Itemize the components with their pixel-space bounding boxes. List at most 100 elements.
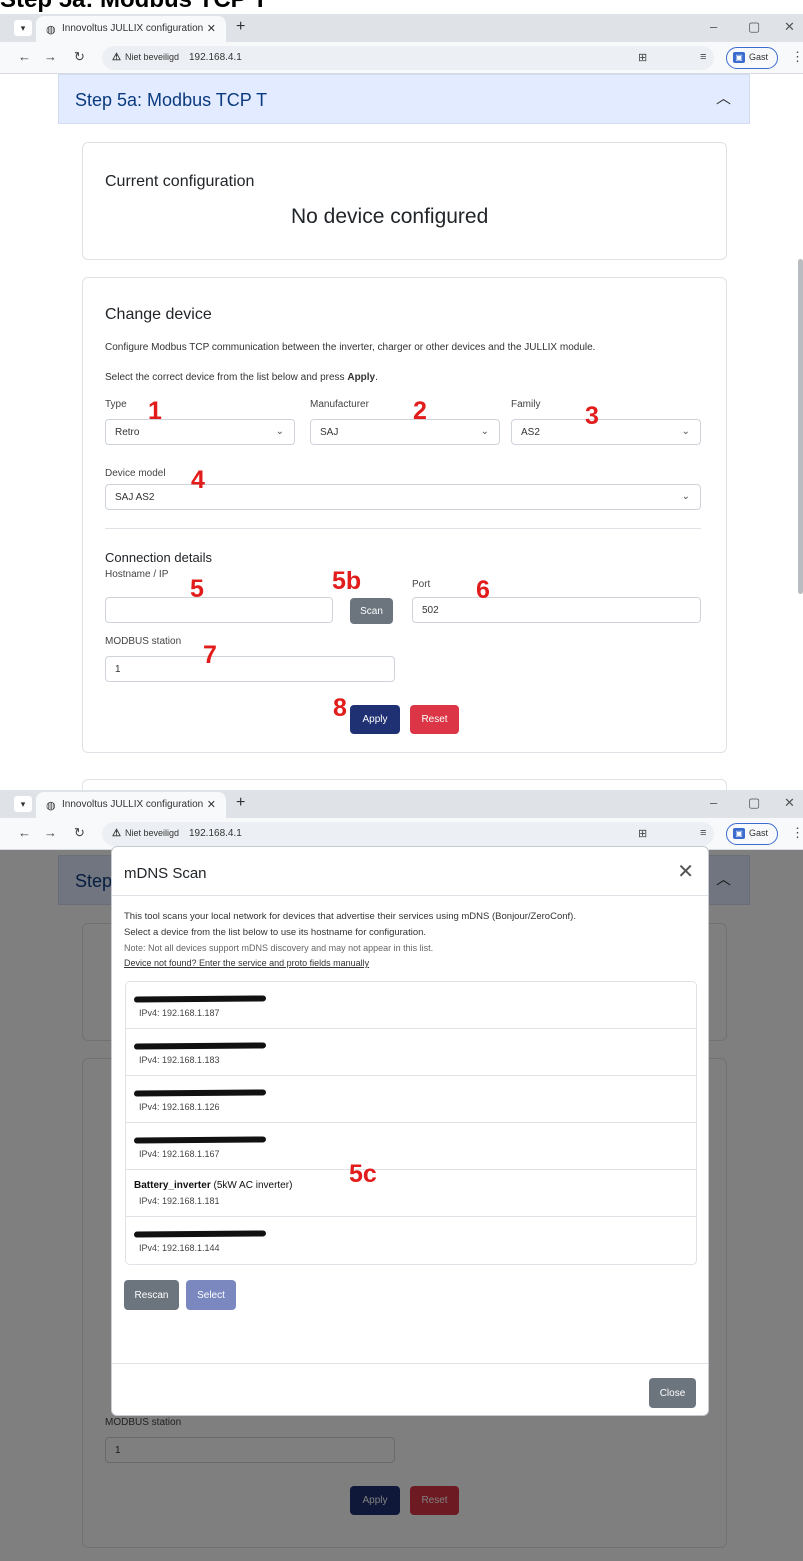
annotation-marker: 6 bbox=[476, 576, 490, 604]
type-select[interactable]: Retro ⌄ bbox=[105, 419, 295, 445]
annotation-marker: 3 bbox=[585, 402, 599, 430]
device-list: IPv4: 192.168.1.187 IPv4: 192.168.1.183 … bbox=[125, 981, 697, 1265]
chevron-down-icon: ⌄ bbox=[681, 491, 690, 502]
tab-bar: ▾ ◍ Innovoltus JULLIX configuration ✕ + … bbox=[0, 14, 803, 42]
new-tab-button[interactable]: + bbox=[236, 794, 245, 812]
annotation-marker: 5 bbox=[190, 575, 204, 603]
port-label: Port bbox=[412, 579, 431, 590]
redacted-name bbox=[133, 1136, 267, 1144]
back-icon[interactable]: ← bbox=[18, 49, 31, 64]
maximize-button[interactable]: ▢ bbox=[748, 795, 760, 811]
profile-icon: ▣ bbox=[733, 52, 745, 63]
scrollbar[interactable] bbox=[798, 259, 803, 594]
reload-icon[interactable]: ↻ bbox=[74, 49, 85, 65]
device-ip: IPv4: 192.168.1.187 bbox=[139, 1008, 220, 1018]
tab-title: Innovoltus JULLIX configuration bbox=[62, 23, 204, 34]
minimize-button[interactable]: – bbox=[710, 19, 717, 34]
menu-icon[interactable]: ⋮ bbox=[791, 49, 803, 65]
divider bbox=[112, 895, 708, 896]
change-device-card: Change device Configure Modbus TCP commu… bbox=[82, 277, 727, 753]
window-close-button[interactable]: ✕ bbox=[784, 19, 795, 35]
device-ip: IPv4: 192.168.1.183 bbox=[139, 1055, 220, 1065]
device-ip: IPv4: 192.168.1.126 bbox=[139, 1102, 220, 1112]
page-content-top: Step 5a: Modbus TCP T ︿ Current configur… bbox=[0, 74, 803, 790]
type-label: Type bbox=[105, 399, 127, 410]
profile-guest-button[interactable]: ▣ Gast bbox=[726, 823, 778, 845]
close-button[interactable]: Close bbox=[649, 1378, 696, 1408]
annotation-marker: 8 bbox=[333, 694, 347, 722]
connection-details-title: Connection details bbox=[105, 550, 212, 565]
back-icon[interactable]: ← bbox=[18, 825, 31, 840]
address-bar[interactable]: ⚠ Niet beveiligd 192.168.4.1 bbox=[102, 822, 714, 846]
chevron-down-icon: ⌄ bbox=[681, 426, 690, 437]
device-ip: IPv4: 192.168.1.167 bbox=[139, 1149, 220, 1159]
device-model-label: Device model bbox=[105, 468, 166, 479]
device-ip: IPv4: 192.168.1.144 bbox=[139, 1243, 220, 1253]
annotation-marker: 7 bbox=[203, 641, 217, 669]
tab-title: Innovoltus JULLIX configuration bbox=[62, 799, 204, 810]
forward-icon[interactable]: → bbox=[44, 49, 57, 64]
apply-button[interactable]: Apply bbox=[350, 705, 400, 734]
hostname-input[interactable] bbox=[105, 597, 333, 623]
list-item[interactable]: IPv4: 192.168.1.183 bbox=[126, 1029, 696, 1076]
change-device-instruction: Select the correct device from the list … bbox=[105, 372, 378, 383]
reading-list-icon[interactable]: ≡ bbox=[700, 827, 706, 839]
tab-bar: ▾ ◍ Innovoltus JULLIX configuration ✕ + … bbox=[0, 790, 803, 818]
chevron-up-icon[interactable]: ︿ bbox=[716, 87, 731, 108]
reload-icon[interactable]: ↻ bbox=[74, 825, 85, 841]
modal-description-1: This tool scans your local network for d… bbox=[124, 911, 576, 922]
annotation-marker: 4 bbox=[191, 466, 205, 494]
tab-search-icon[interactable]: ▾ bbox=[14, 20, 32, 36]
family-select[interactable]: AS2 ⌄ bbox=[511, 419, 701, 445]
tab-search-icon[interactable]: ▾ bbox=[14, 796, 32, 812]
list-item[interactable]: IPv4: 192.168.1.126 bbox=[126, 1076, 696, 1123]
globe-icon: ◍ bbox=[46, 800, 56, 812]
tab-close-icon[interactable]: ✕ bbox=[207, 22, 216, 35]
security-label: Niet beveiligd bbox=[124, 52, 179, 62]
new-tab-button[interactable]: + bbox=[236, 18, 245, 36]
port-input[interactable]: 502 bbox=[412, 597, 701, 623]
reading-list-icon[interactable]: ≡ bbox=[700, 51, 706, 63]
tab-close-icon[interactable]: ✕ bbox=[207, 798, 216, 811]
mdns-scan-modal: mDNS Scan ✕ This tool scans your local n… bbox=[111, 846, 709, 1416]
profile-icon: ▣ bbox=[733, 828, 745, 839]
browser-tab[interactable]: ◍ Innovoltus JULLIX configuration ✕ bbox=[36, 792, 226, 818]
minimize-button[interactable]: – bbox=[710, 795, 717, 810]
modbus-station-input[interactable]: 1 bbox=[105, 656, 395, 682]
menu-icon[interactable]: ⋮ bbox=[791, 825, 803, 841]
reset-button[interactable]: Reset bbox=[410, 705, 459, 734]
scan-button[interactable]: Scan bbox=[350, 598, 393, 624]
profile-guest-button[interactable]: ▣ Gast bbox=[726, 47, 778, 69]
annotation-marker: 5b bbox=[332, 567, 362, 595]
manufacturer-select[interactable]: SAJ ⌄ bbox=[310, 419, 500, 445]
forward-icon[interactable]: → bbox=[44, 825, 57, 840]
current-config-card: Current configuration No device configur… bbox=[82, 142, 727, 260]
window-close-button[interactable]: ✕ bbox=[784, 795, 795, 811]
modbus-station-label: MODBUS station bbox=[105, 636, 182, 647]
list-item[interactable]: IPv4: 192.168.1.167 bbox=[126, 1123, 696, 1170]
family-label: Family bbox=[511, 399, 541, 410]
config-status: No device configured bbox=[291, 205, 489, 228]
maximize-button[interactable]: ▢ bbox=[748, 19, 760, 35]
manual-entry-link[interactable]: Device not found? Enter the service and … bbox=[124, 958, 369, 968]
device-ip: IPv4: 192.168.1.181 bbox=[139, 1196, 220, 1206]
browser-tab[interactable]: ◍ Innovoltus JULLIX configuration ✕ bbox=[36, 16, 226, 42]
modal-note: Note: Not all devices support mDNS disco… bbox=[124, 943, 434, 953]
translate-icon[interactable]: ⊞ bbox=[638, 827, 647, 840]
address-bar[interactable]: ⚠ Niet beveiligd 192.168.4.1 bbox=[102, 46, 714, 70]
list-item[interactable]: IPv4: 192.168.1.187 bbox=[126, 982, 696, 1029]
list-item[interactable]: IPv4: 192.168.1.144 bbox=[126, 1217, 696, 1264]
translate-icon[interactable]: ⊞ bbox=[638, 51, 647, 64]
close-icon[interactable]: ✕ bbox=[677, 859, 694, 884]
select-button[interactable]: Select bbox=[186, 1280, 236, 1310]
browser-chrome-top: ▾ ◍ Innovoltus JULLIX configuration ✕ + … bbox=[0, 14, 803, 74]
divider bbox=[105, 528, 701, 529]
list-item[interactable]: Battery_inverter (5kW AC inverter) IPv4:… bbox=[126, 1170, 696, 1217]
manufacturer-label: Manufacturer bbox=[310, 399, 369, 410]
redacted-name bbox=[133, 1089, 267, 1097]
change-device-title: Change device bbox=[105, 306, 212, 323]
rescan-button[interactable]: Rescan bbox=[124, 1280, 179, 1310]
warning-icon: ⚠ bbox=[112, 828, 121, 839]
modal-description-2: Select a device from the list below to u… bbox=[124, 927, 427, 938]
accordion-header[interactable]: Step 5a: Modbus TCP T ︿ bbox=[58, 74, 750, 124]
